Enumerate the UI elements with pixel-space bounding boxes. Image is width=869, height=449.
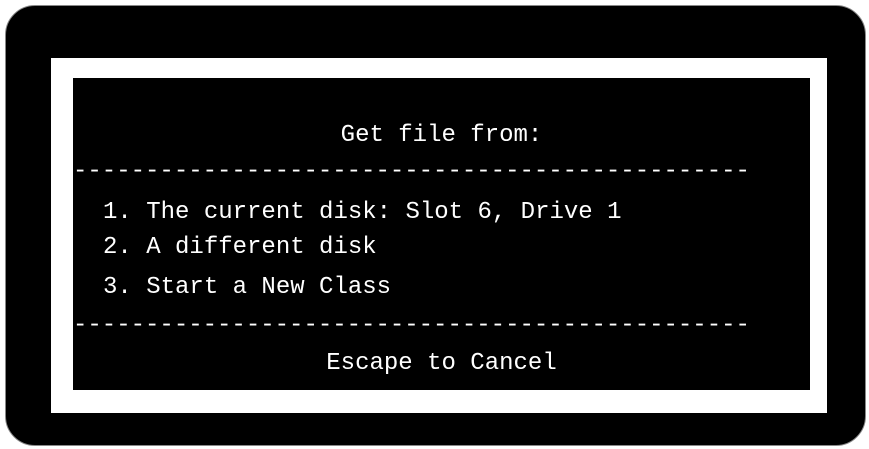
dialog-frame: Get file from: -------------------------… bbox=[51, 58, 827, 413]
monitor-screen: Get file from: -------------------------… bbox=[5, 5, 866, 446]
top-separator: ----------------------------------------… bbox=[73, 158, 750, 185]
option-new-class[interactable]: 3. Start a New Class bbox=[103, 273, 391, 303]
file-source-dialog: Get file from: -------------------------… bbox=[73, 78, 810, 390]
escape-cancel-hint[interactable]: Escape to Cancel bbox=[73, 349, 810, 379]
option-current-disk[interactable]: 1. The current disk: Slot 6, Drive 1 bbox=[103, 198, 621, 228]
option-different-disk[interactable]: 2. A different disk bbox=[103, 233, 377, 263]
dialog-title: Get file from: bbox=[340, 122, 543, 149]
bottom-separator: ----------------------------------------… bbox=[73, 312, 750, 339]
